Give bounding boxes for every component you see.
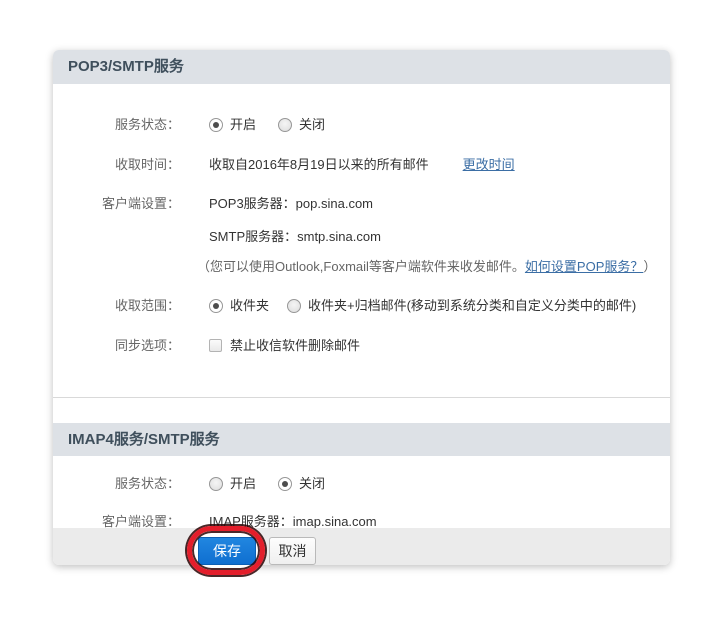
save-button[interactable]: 保存 (198, 537, 256, 565)
settings-panel: POP3/SMTP服务 服务状态： 开启 关闭 收取时间： 收取自2016年8月… (53, 50, 670, 565)
client-settings-label: 客户端设置： (53, 195, 180, 212)
row-fetch-time: 收取时间： 收取自2016年8月19日以来的所有邮件 更改时间 (53, 156, 670, 174)
radio-pop3-status-on[interactable] (209, 118, 223, 132)
section-header-pop3: POP3/SMTP服务 (53, 50, 670, 84)
service-status-label: 服务状态： (53, 116, 180, 133)
fetch-time-value: 收取自2016年8月19日以来的所有邮件 (209, 156, 429, 173)
mail-settings-page: POP3/SMTP服务 服务状态： 开启 关闭 收取时间： 收取自2016年8月… (0, 0, 722, 618)
client-note-suffix: ） (643, 258, 656, 275)
cancel-button[interactable]: 取消 (269, 537, 316, 565)
smtp-server-value: SMTP服务器：smtp.sina.com (209, 228, 381, 245)
row-client-note: （您可以使用Outlook,Foxmail等客户端软件来收发邮件。 如何设置PO… (53, 258, 670, 276)
checkbox-forbid-delete[interactable] (209, 339, 222, 352)
fetch-time-label: 收取时间： (53, 156, 180, 173)
change-time-link[interactable]: 更改时间 (463, 156, 515, 173)
row-fetch-scope: 收取范围： 收件夹 收件夹+归档邮件(移动到系统分类和自定义分类中的邮件) (53, 297, 670, 315)
fetch-scope-label: 收取范围： (53, 297, 180, 314)
imap-service-status-label: 服务状态： (53, 475, 180, 492)
radio-pop3-status-off[interactable] (278, 118, 292, 132)
row-smtp-server: SMTP服务器：smtp.sina.com (53, 228, 670, 246)
radio-scope-inbox-archive-label[interactable]: 收件夹+归档邮件(移动到系统分类和自定义分类中的邮件) (308, 297, 636, 314)
checkbox-forbid-delete-label[interactable]: 禁止收信软件删除邮件 (230, 337, 360, 354)
row-imap-service-status: 服务状态： 开启 关闭 (53, 475, 670, 493)
row-sync-options: 同步选项： 禁止收信软件删除邮件 (53, 337, 670, 355)
radio-imap-status-off-label[interactable]: 关闭 (299, 475, 325, 492)
client-note-text: （您可以使用Outlook,Foxmail等客户端软件来收发邮件。 (197, 258, 525, 275)
radio-pop3-status-on-label[interactable]: 开启 (230, 116, 256, 133)
section-divider (53, 397, 670, 398)
radio-scope-inbox-archive[interactable] (287, 299, 301, 313)
pop-setup-help-link[interactable]: 如何设置POP服务？ (525, 258, 643, 275)
radio-pop3-status-off-label[interactable]: 关闭 (299, 116, 325, 133)
row-client-settings-pop3: 客户端设置： POP3服务器：pop.sina.com (53, 195, 670, 213)
pop3-server-value: POP3服务器：pop.sina.com (209, 195, 373, 212)
radio-imap-status-on[interactable] (209, 477, 223, 491)
footer-action-bar (53, 528, 670, 565)
radio-imap-status-off[interactable] (278, 477, 292, 491)
imap-section-title: IMAP4服务/SMTP服务 (68, 431, 220, 448)
pop3-section-title: POP3/SMTP服务 (68, 58, 184, 75)
row-pop3-service-status: 服务状态： 开启 关闭 (53, 116, 670, 134)
radio-scope-inbox[interactable] (209, 299, 223, 313)
section-header-imap: IMAP4服务/SMTP服务 (53, 423, 670, 456)
radio-imap-status-on-label[interactable]: 开启 (230, 475, 256, 492)
sync-options-label: 同步选项： (53, 337, 180, 354)
radio-scope-inbox-label[interactable]: 收件夹 (230, 297, 269, 314)
